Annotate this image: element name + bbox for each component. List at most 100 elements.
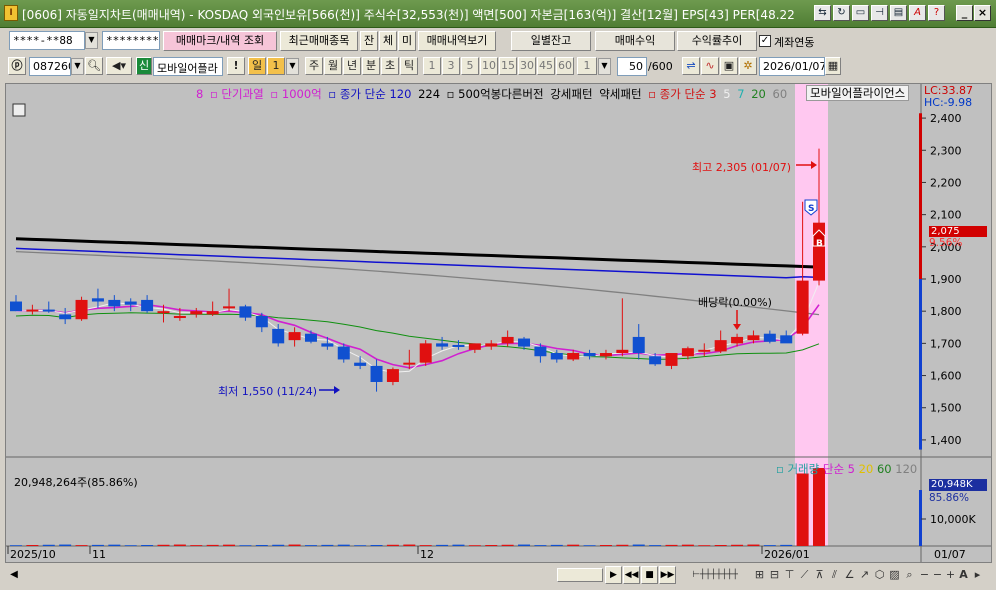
interval-3[interactable]: 3 — [442, 57, 460, 75]
candle-body — [698, 349, 711, 352]
period-year[interactable]: 년 — [343, 57, 361, 75]
legend-item: 60 — [772, 87, 788, 101]
fib-icon[interactable]: ⊼ — [813, 567, 826, 583]
interval-60[interactable]: 60 — [556, 57, 574, 75]
account-input[interactable]: ****-**88 — [9, 31, 85, 50]
interval-15[interactable]: 15 — [499, 57, 517, 75]
candle-body — [321, 343, 334, 347]
close-button[interactable]: × — [974, 5, 991, 21]
volume-bar — [337, 544, 350, 546]
price-tick-label: 1,700 — [930, 337, 962, 350]
font-icon[interactable]: A — [909, 5, 926, 21]
pattern-icon[interactable]: ∿ — [701, 57, 719, 75]
dividend-annotation: 배당락(0.00%) — [698, 296, 772, 309]
alert-button[interactable]: ! — [227, 57, 245, 75]
trend-icon[interactable]: ⟋ — [798, 567, 811, 583]
interval-45[interactable]: 45 — [537, 57, 555, 75]
calendar-icon[interactable]: ▦ — [825, 57, 841, 75]
volume-bar — [567, 544, 580, 546]
trade-history-button[interactable]: 매매내역보기 — [418, 31, 496, 51]
return-trend-button[interactable]: 수익률추이 — [677, 31, 757, 51]
window-icon[interactable]: ▭ — [852, 5, 869, 21]
scroll-right-icon[interactable]: ▸ — [971, 567, 984, 583]
candle-body — [190, 311, 203, 315]
period-week[interactable]: 주 — [305, 57, 323, 75]
refresh-icon[interactable]: ↻ — [833, 5, 850, 21]
hline-icon[interactable]: ⊤ — [783, 567, 796, 583]
price-tick-label: 2,200 — [930, 176, 962, 189]
interval-select[interactable]: 1 — [577, 57, 597, 75]
volume-bar — [714, 544, 727, 546]
legend-item: ▫ 단기과열 — [209, 87, 264, 101]
account-dropdown[interactable]: ▼ — [85, 32, 98, 49]
candle-body — [206, 311, 219, 315]
candle-body — [59, 314, 72, 320]
print-icon[interactable]: ▤ — [890, 5, 907, 21]
save-icon[interactable]: ▣ — [720, 57, 738, 75]
scroll-thumb[interactable] — [557, 568, 603, 582]
interval-10[interactable]: 10 — [480, 57, 498, 75]
arrow-icon[interactable]: ↗ — [858, 567, 871, 583]
candle-body — [763, 333, 776, 342]
date-input[interactable]: 2026/01/07 — [759, 57, 825, 76]
pin-icon[interactable]: ⊣ — [871, 5, 888, 21]
period-tick[interactable]: 틱 — [400, 57, 418, 75]
period-num[interactable]: 1 — [267, 57, 285, 75]
recent-trades-button[interactable]: 최근매매종목 — [280, 31, 358, 51]
chart-panel[interactable]: 2,400 2,300 2,200 2,100 2,000 1,900 1,800 1,700… — [5, 83, 992, 563]
interval-5[interactable]: 5 — [461, 57, 479, 75]
scroll-left-icon[interactable]: ◀ — [7, 567, 21, 583]
text-icon[interactable]: A — [957, 567, 970, 583]
stock-name-input[interactable]: 모바일어플라 — [153, 57, 223, 76]
grid-icon[interactable]: ⊟ — [768, 567, 781, 583]
period-dropdown[interactable]: ▼ — [286, 58, 299, 75]
period-second[interactable]: 초 — [381, 57, 399, 75]
zoom-icon[interactable]: ⌕ — [903, 567, 916, 583]
low-annotation: 최저 1,550 (11/24) — [218, 385, 318, 398]
period-minute[interactable]: 분 — [362, 57, 380, 75]
count-input[interactable]: 50 — [617, 57, 647, 76]
stop-icon[interactable]: ■ — [641, 566, 658, 584]
rewind-icon[interactable]: ◀◀ — [623, 566, 640, 584]
shape-icon[interactable]: ⬡ — [873, 567, 886, 583]
interval-dropdown[interactable]: ▼ — [598, 58, 611, 75]
help-icon[interactable]: ? — [928, 5, 945, 21]
plus-icon[interactable]: + — [944, 567, 957, 583]
account-link-checkbox[interactable]: ✓ — [759, 35, 771, 47]
play-icon[interactable]: ▶ — [605, 566, 622, 584]
speaker-icon[interactable]: ◀▾ — [106, 57, 132, 75]
trade-mark-button[interactable]: 매매마크/내역 조회 — [163, 31, 277, 51]
legend-item: ▫ 종가 단순 3 — [648, 87, 717, 101]
image-icon[interactable]: ▨ — [888, 567, 901, 583]
interval-1[interactable]: 1 — [423, 57, 441, 75]
pending-button[interactable]: 미 — [398, 31, 416, 51]
search-icon[interactable]: 🔍︎ — [85, 57, 103, 75]
angle-icon[interactable]: ∠ — [843, 567, 856, 583]
minimize-button[interactable]: _ — [956, 5, 973, 21]
chart-tool-icon[interactable]: ⇌ — [682, 57, 700, 75]
crosshair-icon[interactable]: ⊞ — [753, 567, 766, 583]
volume-bar — [452, 544, 465, 546]
stock-code-input[interactable]: 087260 — [29, 57, 71, 76]
zoom-slider-icon[interactable]: ⊢┼┼┼┼┼┼┼ — [681, 567, 749, 583]
zoom-out-icon[interactable]: − — [918, 567, 931, 583]
lock-icon[interactable]: ⓟ — [8, 57, 26, 75]
stock-code-dropdown[interactable]: ▼ — [71, 58, 84, 75]
interval-30[interactable]: 30 — [518, 57, 536, 75]
price-pane — [6, 84, 921, 456]
trade-profit-button[interactable]: 매매수익 — [595, 31, 675, 51]
link-icon[interactable]: ⇆ — [814, 5, 831, 21]
executed-button[interactable]: 체 — [379, 31, 397, 51]
volume-bar — [272, 544, 285, 546]
minus-icon[interactable]: − — [931, 567, 944, 583]
price-volume-chart[interactable]: 2,4002,3002,2002,1002,0001,9001,8001,700… — [6, 84, 991, 562]
period-day-button[interactable]: 일 — [248, 57, 266, 75]
password-input[interactable]: ******** — [102, 31, 160, 50]
channel-icon[interactable]: ⫽ — [828, 567, 841, 583]
volume-bar — [534, 545, 547, 546]
forward-icon[interactable]: ▶▶ — [659, 566, 676, 584]
balance-button[interactable]: 잔 — [360, 31, 378, 51]
settings-icon[interactable]: ✲ — [739, 57, 757, 75]
period-month[interactable]: 월 — [324, 57, 342, 75]
daily-balance-button[interactable]: 일별잔고 — [511, 31, 591, 51]
